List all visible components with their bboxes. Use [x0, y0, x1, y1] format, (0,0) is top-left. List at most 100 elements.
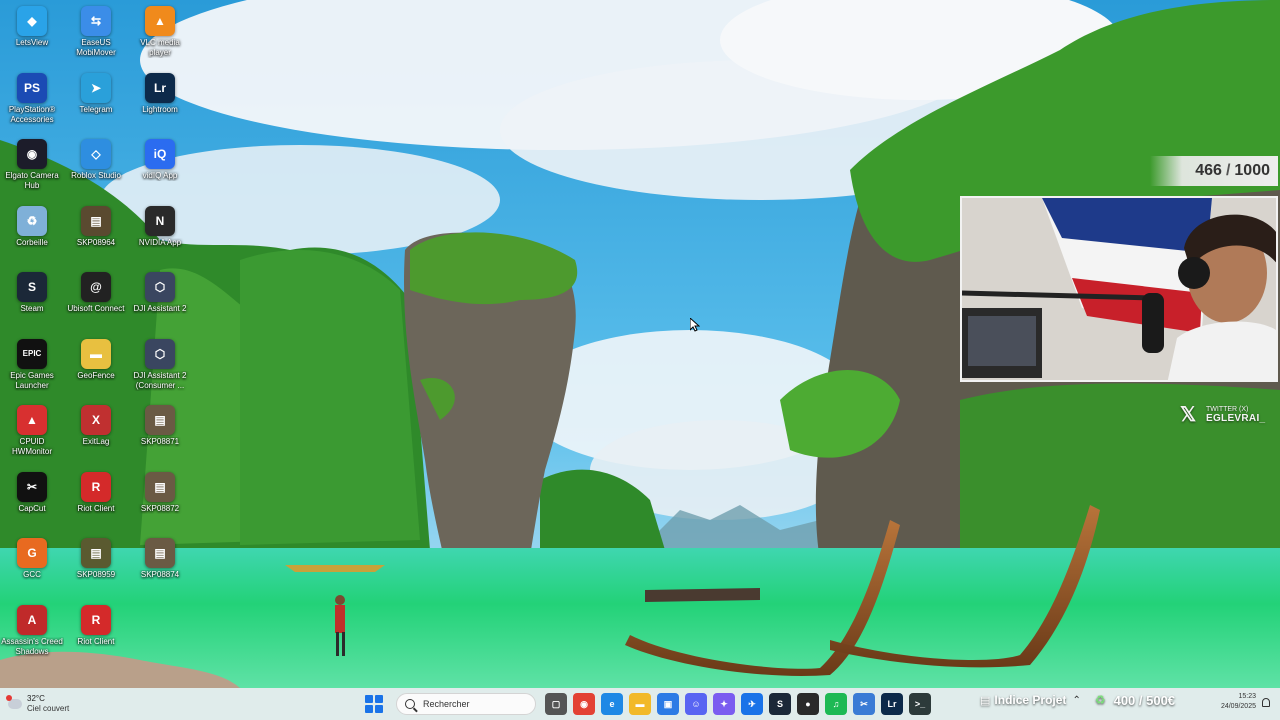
- taskbar-search-box[interactable]: Rechercher: [396, 693, 536, 715]
- desktop-icon-skp08874[interactable]: ▤ SKP08874: [128, 534, 192, 598]
- file-explorer-icon[interactable]: ▬: [629, 693, 651, 715]
- desktop-icon-label: CapCut: [18, 503, 46, 513]
- desktop-icon-label: SKP08874: [140, 570, 180, 579]
- start-button[interactable]: [364, 694, 384, 714]
- desktop-icon-capcut[interactable]: ✂ CapCut: [0, 468, 64, 532]
- x-logo-icon: 𝕏: [1180, 403, 1197, 426]
- vpn-icon[interactable]: ✈: [741, 693, 763, 715]
- copilot-icon[interactable]: ✦: [713, 693, 735, 715]
- desktop-icon-label: Telegram: [79, 104, 113, 114]
- notification-bell-icon[interactable]: [1262, 698, 1270, 707]
- app-icon: iQ: [145, 139, 175, 169]
- search-icon: [405, 699, 415, 709]
- spotify-icon[interactable]: ♫: [825, 693, 847, 715]
- app-icon: ▤: [145, 538, 175, 568]
- app-icon: ◉: [17, 139, 47, 169]
- clock-time: 15:23: [1238, 693, 1256, 700]
- counter-total: 1000: [1234, 162, 1270, 179]
- app-icon: S: [17, 272, 47, 302]
- chrome-icon[interactable]: ◉: [573, 693, 595, 715]
- desktop-icon-exitlag[interactable]: X ExitLag: [64, 401, 128, 465]
- lightroom-icon[interactable]: Lr: [881, 693, 903, 715]
- desktop-icon-ubisoft-connect[interactable]: @ Ubisoft Connect: [64, 268, 128, 332]
- desktop-icon-label: GeoFence: [77, 370, 115, 380]
- desktop-icon-playstation-accessories[interactable]: PS PlayStation® Accessories: [0, 69, 64, 133]
- desktop-icon-label: LetsView: [15, 38, 49, 47]
- weather-condition: Ciel couvert: [27, 704, 70, 713]
- app-icon: ➤: [81, 72, 111, 103]
- snipping-tool-icon[interactable]: ✂: [853, 693, 875, 715]
- desktop-icon-label: SKP08964: [76, 237, 116, 247]
- desktop-icon-nvidia-app[interactable]: N NVIDIA App: [128, 202, 192, 266]
- desktop-icon-riot-client[interactable]: R Riot Client: [64, 468, 128, 532]
- app-icon: ◆: [17, 6, 47, 36]
- app-icon: @: [81, 272, 111, 302]
- recycle-icon: ♻: [1094, 693, 1106, 707]
- desktop-icon-label: Roblox Studio: [71, 171, 121, 180]
- weather-widget[interactable]: 32°C Ciel couvert: [6, 692, 98, 716]
- desktop-icon-assassin-s-creed-shadows[interactable]: A Assassin's Creed Shadows: [0, 601, 64, 665]
- desktop-icon-steam[interactable]: S Steam: [0, 268, 64, 332]
- desktop-icon-gcc[interactable]: G GCC: [0, 534, 64, 598]
- app-icon: ✂: [17, 471, 47, 502]
- desktop-icon-label: PlayStation® Accessories: [8, 104, 56, 124]
- app-icon: R: [81, 604, 111, 635]
- chevron-up-icon[interactable]: ⌃: [1072, 695, 1080, 706]
- project-overlay: ▤ Indice Projet ⌃ ♻ 400 / 500€: [980, 688, 1175, 712]
- desktop-icon-label: DJI Assistant 2: [133, 304, 187, 313]
- photos-icon[interactable]: ▣: [657, 693, 679, 715]
- desktop-icon-label: Corbeille: [16, 237, 48, 247]
- terminal-icon[interactable]: >_: [909, 693, 931, 715]
- desktop-icon-label: SKP08871: [140, 437, 180, 446]
- obs-icon[interactable]: ●: [797, 693, 819, 715]
- edge-icon[interactable]: e: [601, 693, 623, 715]
- desktop-icon-riot-client[interactable]: R Riot Client: [64, 601, 128, 665]
- app-icon: ♻: [17, 205, 47, 236]
- desktop-icon-epic-games-launcher[interactable]: EPIC Epic Games Launcher: [0, 335, 64, 399]
- app-icon: ⬡: [145, 272, 175, 302]
- app-icon: ▤: [145, 471, 175, 502]
- desktop-icon-cpuid-hwmonitor[interactable]: ▲ CPUID HWMonitor: [0, 401, 64, 465]
- desktop-icon-skp08959[interactable]: ▤ SKP08959: [64, 534, 128, 598]
- desktop-icon-label: Steam: [20, 304, 44, 313]
- desktop-icon-roblox-studio[interactable]: ◇ Roblox Studio: [64, 135, 128, 199]
- desktop-icon-skp08872[interactable]: ▤ SKP08872: [128, 468, 192, 532]
- windows-logo-icon: [365, 695, 373, 703]
- progress-counter: 466 / 1000: [1150, 156, 1278, 186]
- desktop-icon-skp08871[interactable]: ▤ SKP08871: [128, 401, 192, 465]
- search-placeholder: Rechercher: [423, 699, 470, 709]
- desktop-icon-skp08964[interactable]: ▤ SKP08964: [64, 202, 128, 266]
- counter-separator: /: [1225, 162, 1231, 179]
- steam-icon[interactable]: S: [769, 693, 791, 715]
- desktop-icon-label: EaseUS MobiMover: [76, 38, 116, 57]
- app-icon: ◇: [81, 139, 111, 169]
- weather-temperature: 32°C: [27, 694, 45, 703]
- desktop-icon-vlc-media-player[interactable]: ▲ VLC media player: [128, 2, 192, 66]
- twitter-handle-tag: 𝕏 TWITTER (X) EGLEVRAI_: [1180, 402, 1270, 426]
- app-icon: ▲: [17, 405, 47, 435]
- app-icon: ▤: [81, 205, 111, 236]
- cloud-icon: [6, 695, 22, 709]
- desktop-icon-corbeille[interactable]: ♻ Corbeille: [0, 202, 64, 266]
- desktop-icon-vidiq-app[interactable]: iQ vidIQ App: [128, 135, 192, 199]
- twitter-handle: EGLEVRAI_: [1206, 413, 1266, 424]
- system-clock[interactable]: 15:23 24/09/2025: [1206, 692, 1256, 712]
- desktop-icon-label: Assassin's Creed Shadows: [1, 636, 63, 656]
- desktop-icon-dji-assistant-2-consumer[interactable]: ⬡ DJI Assistant 2 (Consumer ...: [128, 335, 192, 399]
- desktop-icon-label: GCC: [23, 570, 41, 579]
- desktop-icon-easeus-mobimover[interactable]: ⇆ EaseUS MobiMover: [64, 2, 128, 66]
- app-icon: PS: [17, 72, 47, 103]
- task-view-icon[interactable]: ▢: [545, 693, 567, 715]
- desktop-icon-label: Riot Client: [77, 503, 115, 513]
- desktop-icon-letsview[interactable]: ◆ LetsView: [0, 2, 64, 66]
- desktop-icon-geofence[interactable]: ▬ GeoFence: [64, 335, 128, 399]
- discord-icon[interactable]: ☺: [685, 693, 707, 715]
- desktop-icon-label: Ubisoft Connect: [67, 304, 125, 313]
- desktop-icon-lightroom[interactable]: Lr Lightroom: [128, 69, 192, 133]
- app-icon: ▬: [81, 338, 111, 369]
- desktop-icon-elgato-camera-hub[interactable]: ◉ Elgato Camera Hub: [0, 135, 64, 199]
- desktop-icon-dji-assistant-2[interactable]: ⬡ DJI Assistant 2: [128, 268, 192, 332]
- app-icon: Lr: [145, 72, 175, 103]
- desktop-icon-label: Riot Client: [77, 636, 115, 646]
- desktop-icon-telegram[interactable]: ➤ Telegram: [64, 69, 128, 133]
